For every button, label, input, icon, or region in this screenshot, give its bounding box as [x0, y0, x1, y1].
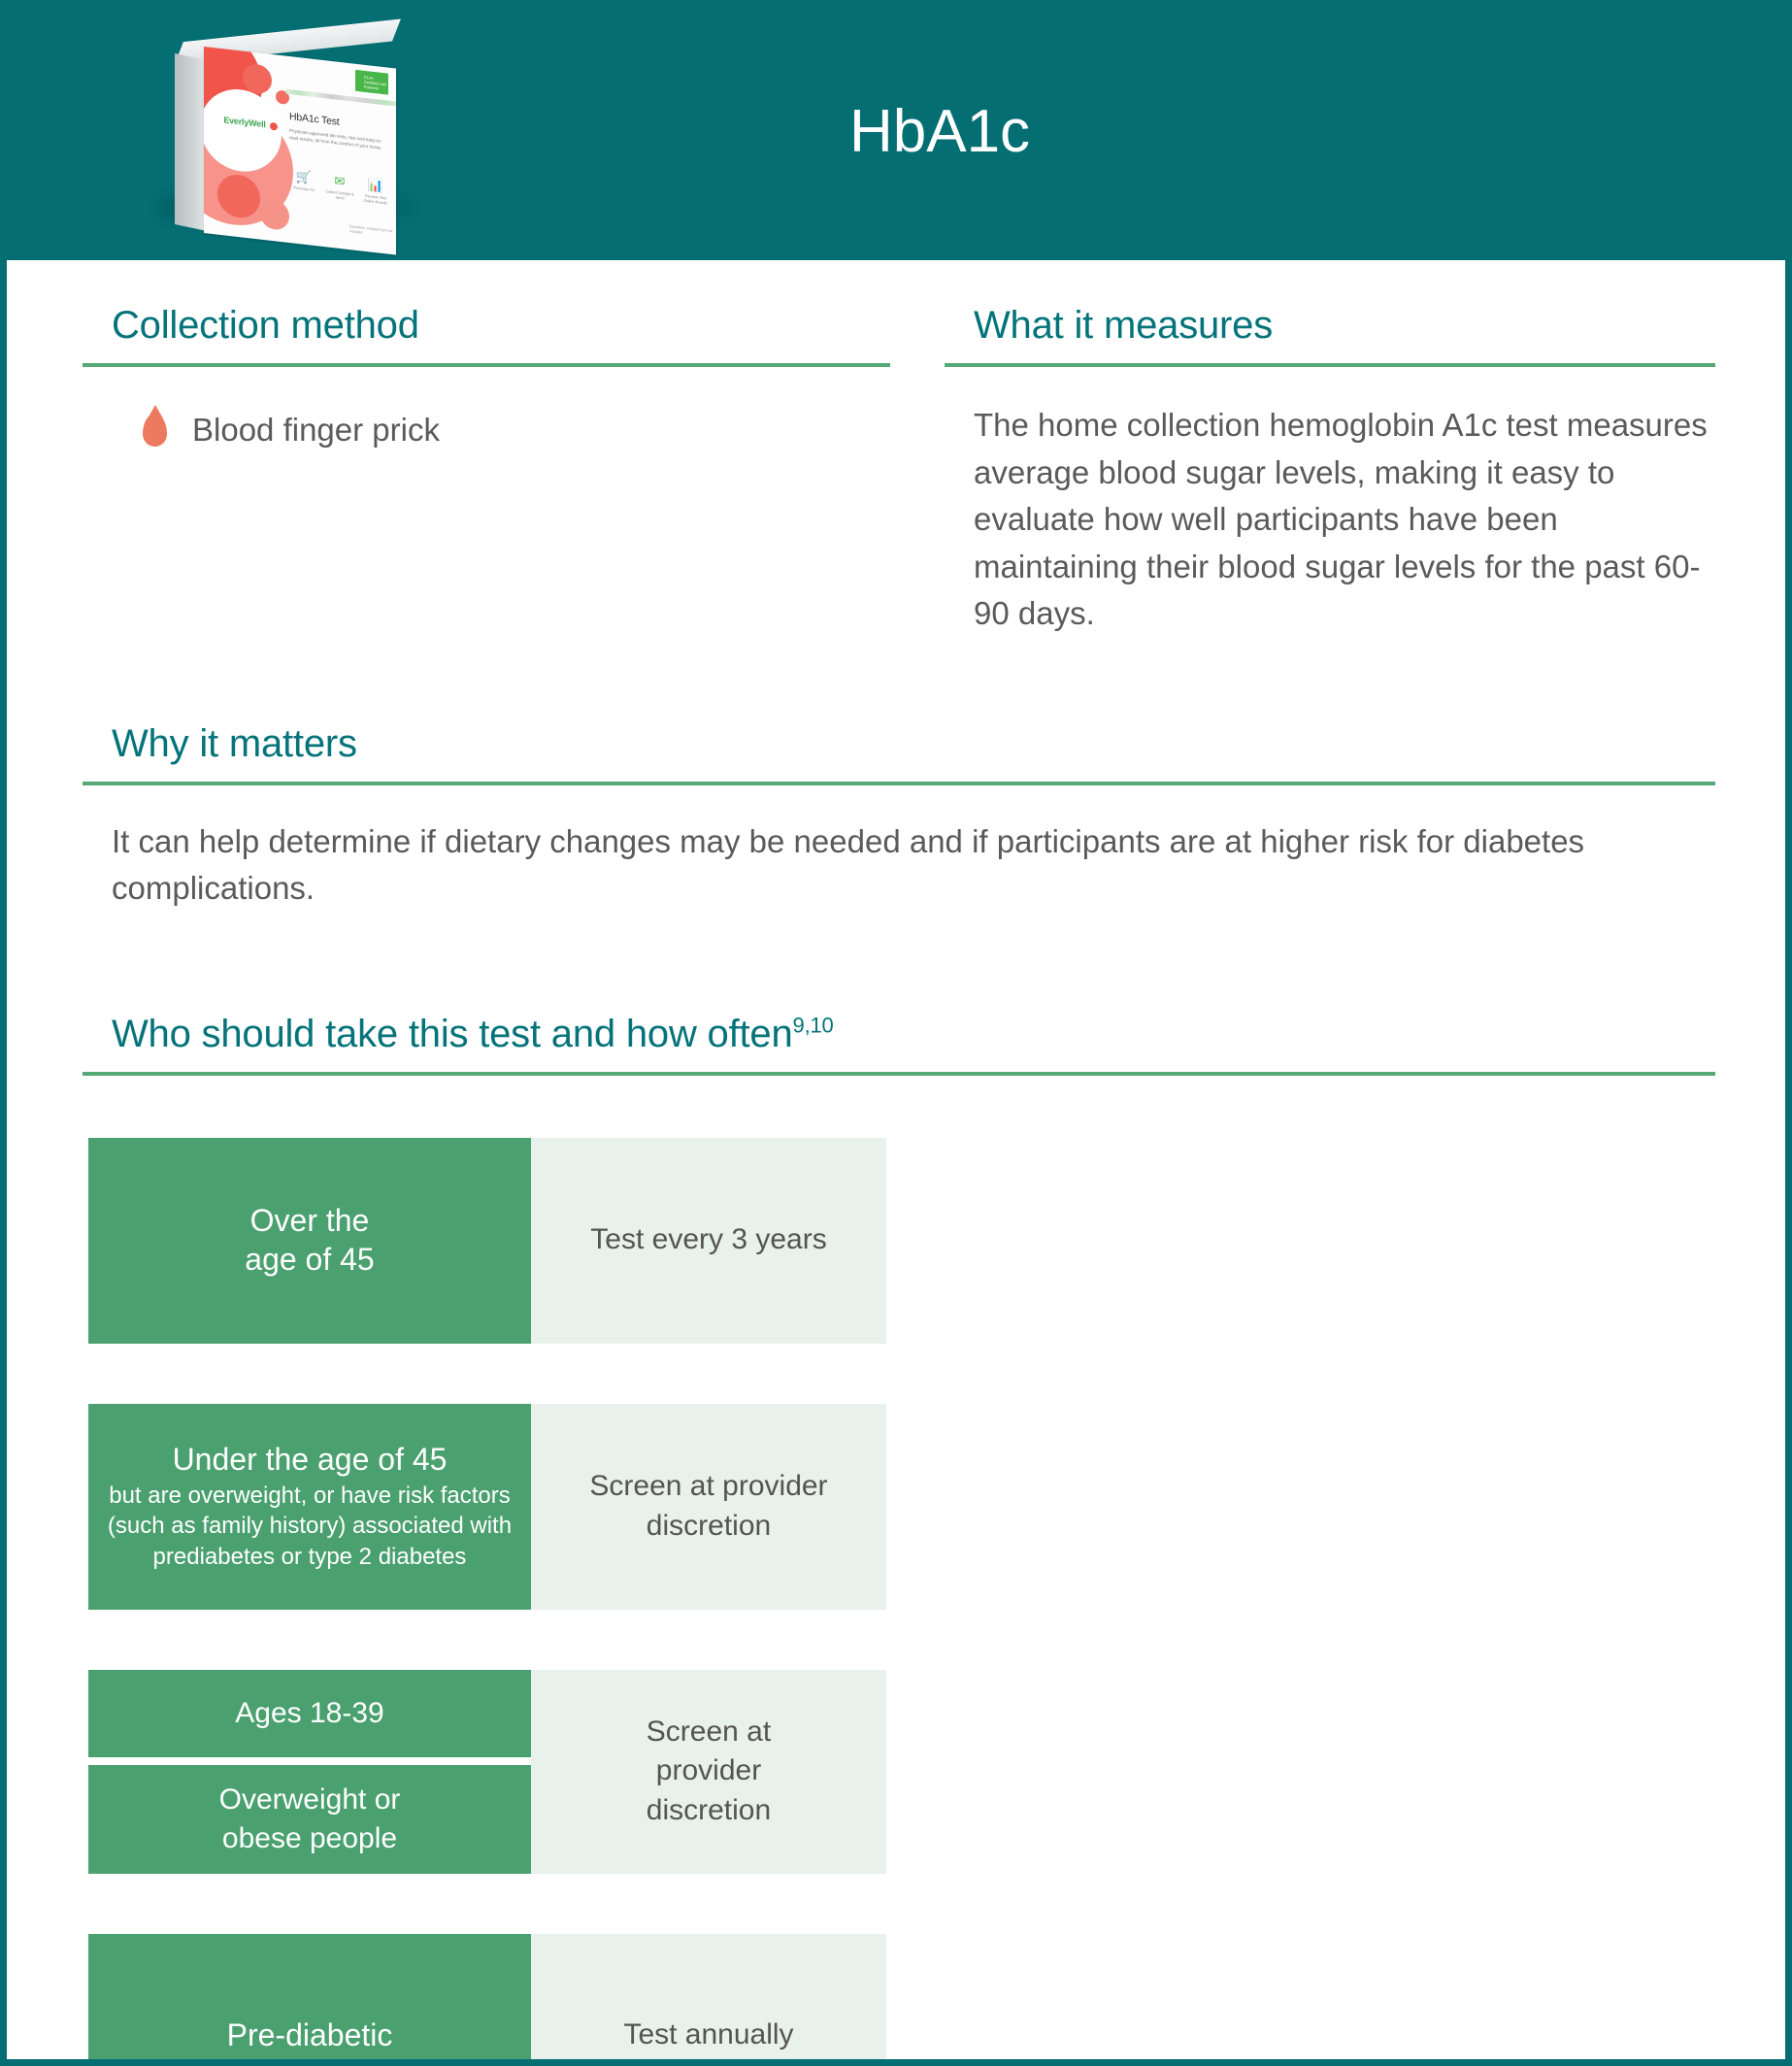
- kit-step: 📊 Receive Test Online Results: [361, 177, 390, 207]
- kit-step-label: Purchase Kit: [293, 185, 315, 192]
- collection-method-section: Collection method Blood finger prick: [83, 303, 890, 638]
- kit-step: ✉ Collect Sample & Send: [325, 173, 354, 203]
- chart-icon: 📊: [367, 177, 384, 194]
- who-grid-pair: Under the age of 45 but are overweight, …: [88, 1403, 886, 1610]
- what-it-measures-body: The home collection hemoglobin A1c test …: [974, 407, 1708, 631]
- who-cell: Over the age of 45: [88, 1137, 531, 1344]
- collection-method-item: Blood finger prick: [83, 412, 890, 449]
- who-cell: Pre-diabetic: [88, 1933, 531, 2059]
- who-cell-main: Ages 18-39: [235, 1696, 384, 1729]
- who-cell-split: Ages 18-39 Overweight or obese people: [88, 1669, 531, 1874]
- who-cell-upper: Ages 18-39: [88, 1669, 531, 1757]
- frequency-cell: Screen at provider discretion: [531, 1403, 886, 1610]
- page-root: EverlyWell HbA1c Test Physician-approved…: [0, 0, 1792, 2066]
- why-it-matters-body: It can help determine if dietary changes…: [112, 822, 1585, 907]
- who-should-take-section: Who should take this test and how often9…: [7, 1012, 1785, 2059]
- who-cell-main: Overweight or obese people: [218, 1783, 401, 1854]
- frequency-cell: Test annually: [531, 1933, 886, 2059]
- page-header: EverlyWell HbA1c Test Physician-approved…: [7, 0, 1785, 260]
- who-grid-pair: Over the age of 45 Test every 3 years: [88, 1137, 886, 1344]
- who-cell: Under the age of 45 but are overweight, …: [88, 1403, 531, 1610]
- who-grid-pair: Pre-diabetic Test annually: [88, 1933, 886, 2059]
- clia-badge-label: CLIA-Certified Lab Partners: [364, 74, 386, 91]
- clia-certified-badge: CLIA-Certified Lab Partners: [355, 69, 388, 95]
- kit-step: 🛒 Purchase Kit: [289, 169, 318, 199]
- what-it-measures-rule: [945, 363, 1715, 367]
- who-should-take-grid: Over the age of 45 Test every 3 years Un…: [83, 1137, 1715, 2059]
- who-should-take-heading-text: Who should take this test and how often: [112, 1012, 793, 1055]
- column-spacer: [890, 303, 945, 638]
- who-cell-main: Over the age of 45: [245, 1203, 375, 1277]
- collection-method-item-label: Blood finger prick: [192, 412, 440, 448]
- who-cell-lower: Overweight or obese people: [88, 1764, 531, 1874]
- who-should-take-heading: Who should take this test and how often9…: [83, 1012, 1715, 1056]
- cart-icon: 🛒: [295, 168, 313, 185]
- collection-method-heading: Collection method: [112, 304, 419, 347]
- why-it-matters-section: Why it matters It can help determine if …: [7, 721, 1785, 913]
- top-two-column-row: Collection method Blood finger prick Wha…: [7, 303, 1785, 638]
- collection-method-rule: [83, 363, 890, 367]
- who-grid-pair: Ages 18-39 Overweight or obese people Sc…: [88, 1669, 886, 1874]
- frequency-cell: Test every 3 years: [531, 1137, 886, 1344]
- blood-drop-icon: [143, 414, 167, 447]
- page-title: HbA1c: [848, 98, 1031, 165]
- who-cell-note: but are overweight, or have risk factors…: [107, 1483, 513, 1570]
- kit-footnote: Expiration, shipped by to be included: [349, 224, 393, 235]
- why-it-matters-heading: Why it matters: [112, 721, 357, 765]
- frequency-cell: Screen at provider discretion: [531, 1669, 886, 1874]
- kit-step-label: Receive Test Online Results: [363, 193, 388, 206]
- what-it-measures-heading: What it measures: [974, 304, 1274, 347]
- who-should-take-rule: [83, 1071, 1715, 1076]
- who-cell-main: Pre-diabetic: [226, 2016, 393, 2052]
- who-cell-main: Under the age of 45: [172, 1442, 448, 1478]
- who-should-take-superscript: 9,10: [792, 1013, 834, 1038]
- kit-bubble-icon: [260, 198, 289, 232]
- why-it-matters-rule: [83, 781, 1715, 785]
- what-it-measures-section: What it measures The home collection hem…: [945, 303, 1715, 638]
- kit-steps: 🛒 Purchase Kit ✉ Collect Sample & Send 📊…: [289, 169, 390, 207]
- envelope-icon: ✉: [334, 173, 346, 189]
- kit-step-label: Collect Sample & Send: [325, 189, 354, 201]
